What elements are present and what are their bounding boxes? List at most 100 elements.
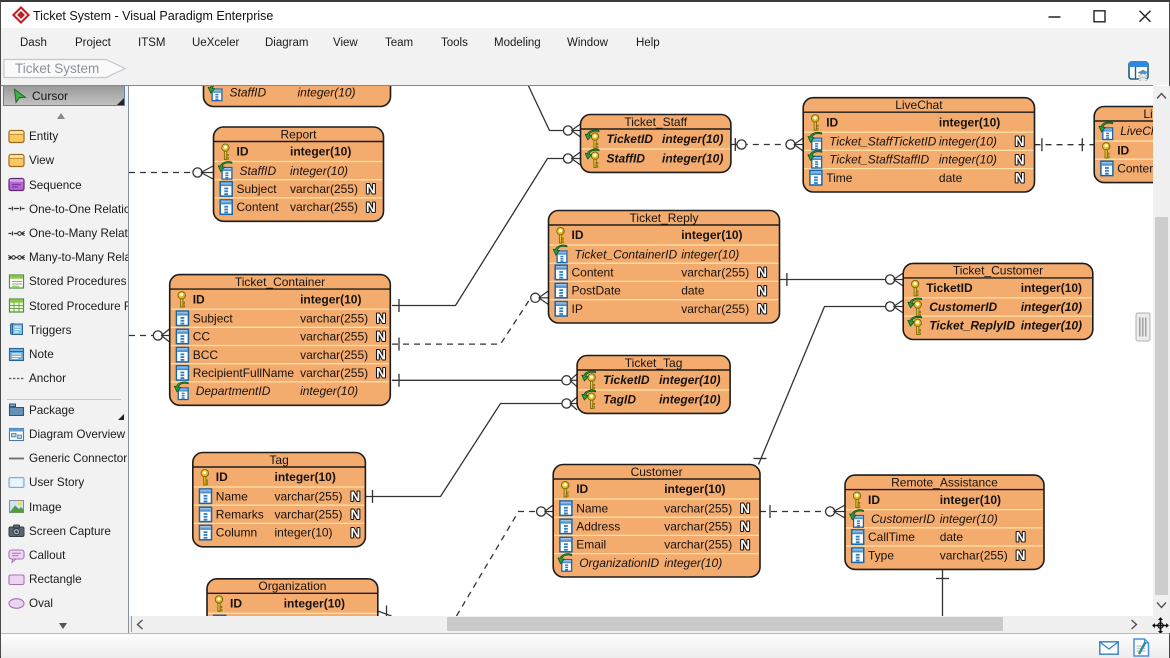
- svg-text:integer(10): integer(10): [938, 115, 999, 129]
- svg-text:varchar(255): varchar(255): [664, 519, 732, 533]
- svg-text:integer(10): integer(10): [290, 144, 351, 158]
- svg-text:Name: Name: [215, 489, 247, 503]
- svg-text:Ticket_Staff: Ticket_Staff: [624, 114, 687, 128]
- svg-text:integer(10): integer(10): [659, 373, 720, 387]
- svg-text:integer(10): integer(10): [664, 482, 725, 496]
- svg-text:varchar(255): varchar(255): [681, 301, 749, 315]
- svg-text:TagID: TagID: [603, 392, 636, 406]
- svg-text:N: N: [757, 301, 767, 316]
- svg-text:ID: ID: [230, 596, 242, 610]
- svg-text:N: N: [1015, 547, 1025, 562]
- svg-text:integer(10): integer(10): [939, 511, 997, 525]
- svg-text:varchar(255): varchar(255): [290, 200, 358, 214]
- svg-text:ID: ID: [192, 292, 204, 306]
- svg-text:integer(10): integer(10): [681, 247, 739, 261]
- svg-text:N: N: [366, 199, 376, 214]
- svg-text:varchar(255): varchar(255): [300, 366, 368, 380]
- svg-text:date: date: [938, 170, 962, 184]
- svg-text:LiveChatID: LiveChatID: [1120, 124, 1153, 138]
- svg-text:N: N: [1015, 529, 1025, 544]
- svg-text:N: N: [350, 525, 360, 540]
- svg-text:Customer: Customer: [630, 464, 682, 478]
- svg-text:Email: Email: [576, 537, 606, 551]
- svg-text:N: N: [376, 311, 386, 326]
- svg-text:LiveChat: LiveChat: [895, 98, 943, 112]
- svg-text:TicketID: TicketID: [603, 373, 650, 387]
- svg-text:Type: Type: [868, 548, 894, 562]
- svg-text:CustomerID: CustomerID: [871, 511, 935, 525]
- svg-text:LiveChat_Reply: LiveChat_Reply: [1143, 106, 1153, 120]
- svg-text:varchar(255): varchar(255): [939, 548, 1007, 562]
- svg-text:integer(10): integer(10): [681, 228, 742, 242]
- svg-text:Remote_Assistance: Remote_Assistance: [891, 475, 998, 489]
- svg-text:Subject: Subject: [192, 311, 233, 325]
- svg-text:N: N: [740, 500, 750, 515]
- svg-text:varchar(255): varchar(255): [664, 501, 732, 515]
- svg-text:Name: Name: [576, 501, 608, 515]
- svg-text:integer(10): integer(10): [664, 555, 722, 569]
- svg-text:integer(10): integer(10): [300, 384, 358, 398]
- svg-text:integer(10): integer(10): [662, 151, 723, 165]
- svg-text:TicketID: TicketID: [926, 281, 973, 295]
- svg-text:BCC: BCC: [192, 347, 218, 361]
- svg-text:N: N: [757, 283, 767, 298]
- svg-text:varchar(255): varchar(255): [274, 507, 342, 521]
- svg-text:Ticket_Tag: Ticket_Tag: [624, 355, 682, 369]
- svg-text:integer(10): integer(10): [283, 596, 344, 610]
- svg-text:Content: Content: [1117, 161, 1153, 175]
- svg-text:N: N: [350, 507, 360, 522]
- svg-text:N: N: [757, 265, 767, 280]
- svg-text:N: N: [1014, 152, 1024, 167]
- svg-text:Content: Content: [236, 200, 279, 214]
- svg-text:integer(10): integer(10): [274, 470, 335, 484]
- svg-text:integer(10): integer(10): [939, 492, 1000, 506]
- svg-text:N: N: [350, 488, 360, 503]
- svg-text:CC: CC: [192, 329, 210, 343]
- svg-text:N: N: [740, 537, 750, 552]
- svg-text:Ticket_Container: Ticket_Container: [234, 274, 324, 288]
- svg-text:Tag: Tag: [269, 452, 288, 466]
- svg-text:Organization: Organization: [258, 579, 326, 593]
- svg-text:N: N: [1014, 170, 1024, 185]
- svg-text:StaffID: StaffID: [606, 151, 645, 165]
- svg-text:integer(10): integer(10): [290, 163, 348, 177]
- svg-text:Column: Column: [215, 525, 256, 539]
- svg-text:ID: ID: [868, 492, 880, 506]
- svg-text:Subject: Subject: [236, 182, 277, 196]
- svg-text:integer(10): integer(10): [300, 292, 361, 306]
- svg-text:Time: Time: [826, 170, 853, 184]
- svg-text:IP: IP: [571, 301, 582, 315]
- svg-text:PostDate: PostDate: [571, 283, 621, 297]
- svg-text:varchar(255): varchar(255): [681, 265, 749, 279]
- svg-text:N: N: [366, 181, 376, 196]
- svg-text:N: N: [1014, 134, 1024, 149]
- svg-text:integer(10): integer(10): [1020, 300, 1081, 314]
- svg-text:Ticket_StaffStaffID: Ticket_StaffStaffID: [829, 152, 929, 166]
- svg-text:Report: Report: [280, 127, 317, 141]
- svg-text:date: date: [939, 530, 963, 544]
- svg-text:ID: ID: [1117, 143, 1129, 157]
- svg-text:StaffID: StaffID: [239, 163, 276, 177]
- svg-text:integer(10): integer(10): [659, 392, 720, 406]
- svg-text:varchar(255): varchar(255): [274, 489, 342, 503]
- svg-text:varchar(255): varchar(255): [300, 311, 368, 325]
- svg-text:integer(10): integer(10): [274, 525, 332, 539]
- svg-text:Ticket_ReplyID: Ticket_ReplyID: [929, 318, 1015, 332]
- svg-text:Ticket_Reply: Ticket_Reply: [629, 210, 698, 224]
- svg-text:integer(10): integer(10): [1020, 281, 1081, 295]
- svg-text:varchar(255): varchar(255): [290, 182, 358, 196]
- svg-text:RecipientFullName: RecipientFullName: [192, 366, 294, 380]
- svg-text:CustomerID: CustomerID: [929, 300, 997, 314]
- svg-text:integer(10): integer(10): [938, 134, 996, 148]
- svg-text:CallTime: CallTime: [868, 530, 915, 544]
- svg-text:Remarks: Remarks: [215, 507, 263, 521]
- svg-text:date: date: [681, 283, 705, 297]
- svg-text:ID: ID: [826, 115, 838, 129]
- svg-text:integer(10): integer(10): [1020, 318, 1081, 332]
- svg-text:Address: Address: [576, 519, 620, 533]
- svg-text:OrganizationID: OrganizationID: [579, 555, 659, 569]
- svg-text:ID: ID: [215, 470, 227, 484]
- svg-text:Ticket_StaffTicketID: Ticket_StaffTicketID: [829, 134, 936, 148]
- svg-text:integer(10): integer(10): [297, 86, 355, 99]
- svg-text:integer(10): integer(10): [662, 132, 723, 146]
